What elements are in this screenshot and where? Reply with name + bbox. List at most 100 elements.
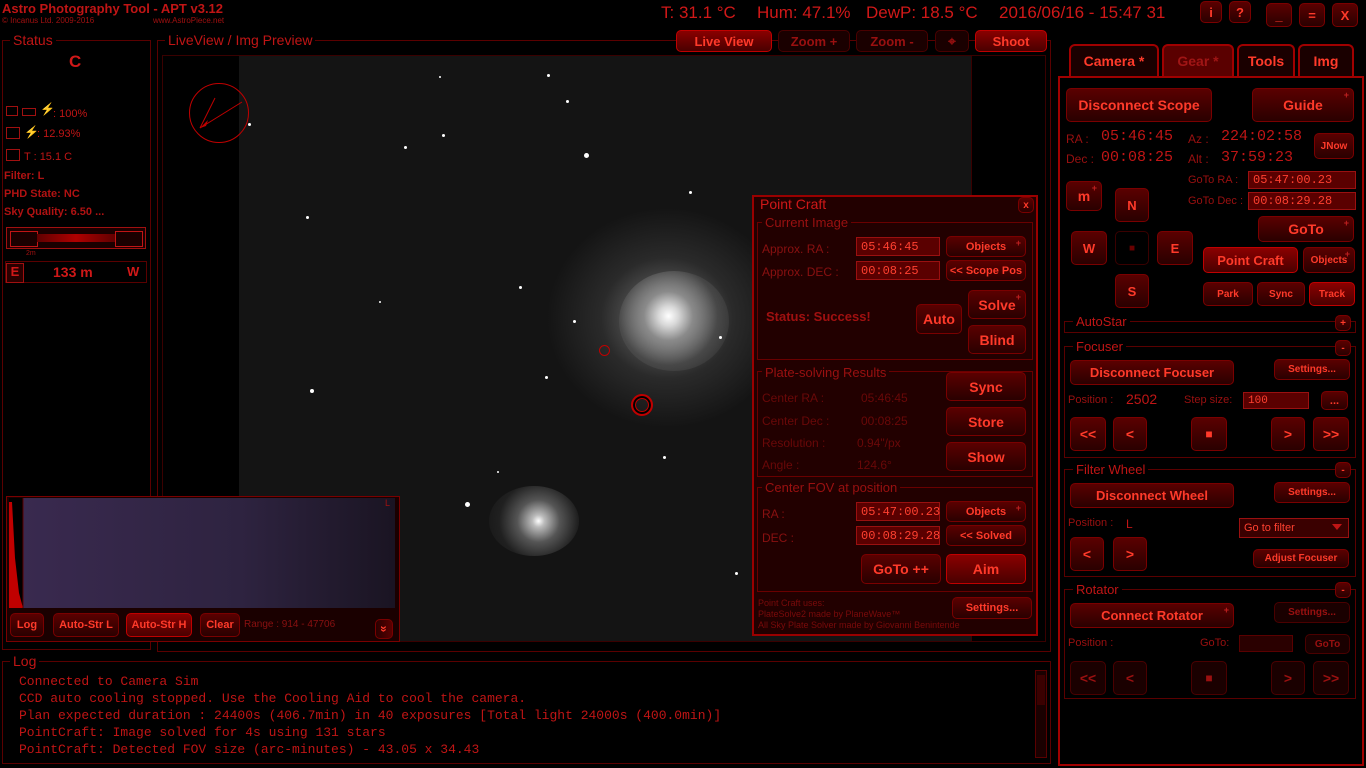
point-craft-button[interactable]: Point Craft — [1203, 247, 1298, 273]
rotator-goto-button[interactable]: GoTo — [1305, 634, 1350, 654]
blind-button[interactable]: Blind — [968, 325, 1026, 354]
auto-button[interactable]: Auto — [916, 304, 962, 334]
close-button[interactable]: X — [1332, 3, 1358, 27]
pc-objects-button[interactable]: Objects + — [946, 236, 1026, 257]
rotate-left-button[interactable]: < — [1113, 661, 1147, 695]
goto-filter-select[interactable]: Go to filter — [1239, 518, 1349, 538]
tab-gear[interactable]: Gear * — [1162, 44, 1234, 76]
goto-button[interactable]: GoTo + — [1258, 216, 1354, 242]
slew-rate-button[interactable]: m + — [1066, 181, 1102, 211]
solved-button[interactable]: << Solved — [946, 525, 1026, 546]
south-button[interactable]: S — [1115, 274, 1149, 308]
solve-button[interactable]: Solve + — [968, 290, 1026, 319]
focus-stop-button[interactable]: ■ — [1191, 417, 1227, 451]
connect-rotator-button[interactable]: Connect Rotator + — [1070, 603, 1234, 628]
fov-dec-field[interactable]: 00:08:29.28 — [856, 526, 940, 545]
wheel-next-button[interactable]: > — [1113, 537, 1147, 571]
clear-button[interactable]: Clear — [200, 613, 240, 637]
tab-tools[interactable]: Tools — [1237, 44, 1295, 76]
fov-objects-button[interactable]: Objects + — [946, 501, 1026, 522]
rotate-fast-right-button[interactable]: >> — [1313, 661, 1349, 695]
info-button[interactable]: i — [1200, 1, 1222, 23]
wheel-position-value: L — [1126, 517, 1133, 531]
rotate-stop-button[interactable]: ■ — [1191, 661, 1227, 695]
ra-label: RA : — [1066, 132, 1089, 146]
app-website[interactable]: www.AstroPiece.net — [153, 16, 224, 25]
focus-in-button[interactable]: < — [1113, 417, 1147, 451]
north-button[interactable]: N — [1115, 188, 1149, 222]
rotate-fast-left-button[interactable]: << — [1070, 661, 1106, 695]
star — [545, 376, 548, 379]
stop-slew-button[interactable]: ■ — [1115, 231, 1149, 265]
rotator-title: Rotator — [1073, 582, 1122, 597]
liveview-title: LiveView / Img Preview — [165, 32, 316, 48]
humidity-readout: Hum: 47.1% — [757, 3, 851, 22]
jnow-button[interactable]: JNow — [1314, 133, 1354, 159]
disconnect-focuser-button[interactable]: Disconnect Focuser — [1070, 360, 1234, 385]
focuser-toggle-button[interactable]: - — [1335, 340, 1351, 356]
step-size-more-button[interactable]: ... — [1321, 391, 1348, 410]
auto-str-l-button[interactable]: Auto-Str L — [53, 613, 119, 637]
step-size-field[interactable]: 100 — [1243, 392, 1309, 409]
pc-store-button[interactable]: Store — [946, 407, 1026, 436]
approx-ra-field[interactable]: 05:46:45 — [856, 237, 940, 256]
goto-dec-field[interactable]: 00:08:29.28 — [1248, 192, 1356, 210]
tab-camera[interactable]: Camera * — [1069, 44, 1159, 76]
rotator-toggle-button[interactable]: - — [1335, 582, 1351, 598]
log-line: CCD auto cooling stopped. Use the Coolin… — [19, 691, 527, 706]
log-scrollbar-thumb[interactable] — [1037, 675, 1045, 705]
rotator-goto-field[interactable] — [1239, 635, 1293, 652]
wheel-settings-button[interactable]: Settings... — [1274, 482, 1350, 503]
goto-ra-field[interactable]: 05:47:00.23 — [1248, 171, 1356, 189]
scope-pos-button[interactable]: << Scope Pos — [946, 260, 1026, 281]
help-button[interactable]: ? — [1229, 1, 1251, 23]
rotate-right-button[interactable]: > — [1271, 661, 1305, 695]
wheel-prev-button[interactable]: < — [1070, 537, 1104, 571]
focus-slider[interactable] — [6, 227, 146, 249]
expand-histogram-button[interactable]: » — [375, 619, 393, 639]
focus-fast-out-button[interactable]: >> — [1313, 417, 1349, 451]
maximize-button[interactable]: = — [1299, 3, 1325, 27]
credits-line-3: All Sky Plate Solver made by Giovanni Be… — [758, 620, 960, 630]
pointcraft-close-button[interactable]: x — [1018, 197, 1034, 213]
aim-button[interactable]: Aim — [946, 554, 1026, 584]
log-scrollbar[interactable] — [1035, 670, 1047, 758]
autostar-toggle-button[interactable]: + — [1335, 315, 1351, 331]
disconnect-scope-button[interactable]: Disconnect Scope — [1066, 88, 1212, 122]
zoom-out-button[interactable]: Zoom - — [856, 30, 928, 52]
pc-settings-button[interactable]: Settings... — [952, 597, 1032, 619]
gear-objects-label: Objects — [1310, 254, 1348, 266]
focus-slider-left-box — [10, 231, 38, 247]
focus-out-button[interactable]: > — [1271, 417, 1305, 451]
adjust-focuser-button[interactable]: Adjust Focuser — [1253, 549, 1349, 568]
sync-button[interactable]: Sync — [1257, 282, 1305, 306]
auto-str-h-button[interactable]: Auto-Str H — [126, 613, 192, 637]
guide-button[interactable]: Guide + — [1252, 88, 1354, 122]
zoom-in-button[interactable]: Zoom + — [778, 30, 850, 52]
rotator-settings-button[interactable]: Settings... — [1274, 602, 1350, 623]
tab-img[interactable]: Img — [1298, 44, 1354, 76]
pc-goto-button[interactable]: GoTo ++ — [861, 554, 941, 584]
west-button[interactable]: W — [1071, 231, 1107, 265]
log-button[interactable]: Log — [10, 613, 44, 637]
focuser-settings-button[interactable]: Settings... — [1274, 359, 1350, 380]
goto-filter-value: Go to filter — [1244, 522, 1295, 534]
live-view-button[interactable]: Live View — [676, 30, 772, 52]
track-button[interactable]: Track — [1309, 282, 1355, 306]
park-button[interactable]: Park — [1203, 282, 1253, 306]
gear-objects-button[interactable]: Objects + — [1303, 247, 1355, 273]
filter-wheel-toggle-button[interactable]: - — [1335, 462, 1351, 478]
pc-sync-button[interactable]: Sync — [946, 372, 1026, 401]
focus-fast-in-button[interactable]: << — [1070, 417, 1106, 451]
camera-icon — [6, 127, 20, 139]
fov-ra-field[interactable]: 05:47:00.23 — [856, 502, 940, 521]
minimize-button[interactable]: _ — [1266, 3, 1292, 27]
crosshair-button[interactable]: ⌖ — [935, 30, 969, 52]
disconnect-wheel-button[interactable]: Disconnect Wheel — [1070, 483, 1234, 508]
shoot-button[interactable]: Shoot — [975, 30, 1047, 52]
approx-dec-field[interactable]: 00:08:25 — [856, 261, 940, 280]
plug-icon — [22, 108, 36, 116]
pc-show-button[interactable]: Show — [946, 442, 1026, 471]
east-button[interactable]: E — [1157, 231, 1193, 265]
rotator-position-label: Position : — [1068, 637, 1114, 649]
